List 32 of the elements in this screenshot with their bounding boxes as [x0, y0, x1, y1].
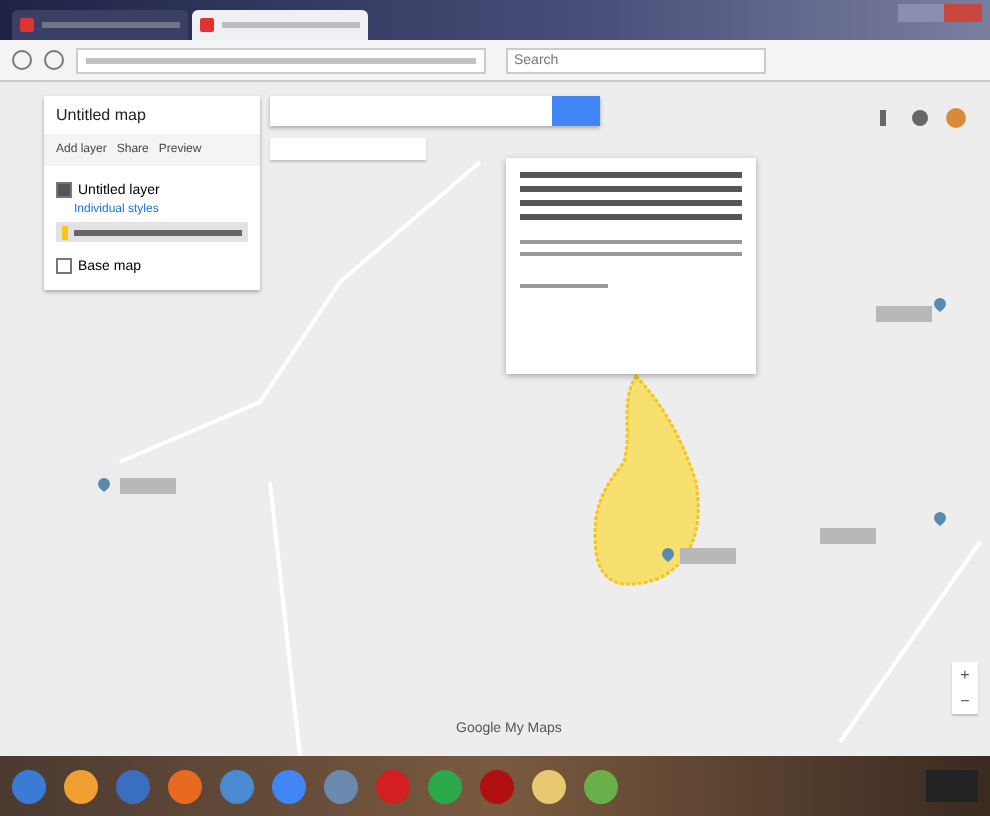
zoom-button[interactable]: −: [952, 688, 978, 714]
taskbar-app-icon[interactable]: [272, 769, 306, 803]
map-tools-icon[interactable]: [880, 108, 966, 128]
area-polygon[interactable]: [593, 374, 700, 586]
map-pin-icon[interactable]: [98, 478, 110, 492]
map-label-drawing: [820, 528, 876, 544]
browser-tab[interactable]: [12, 10, 188, 40]
taskbar-app-icon[interactable]: [116, 769, 150, 803]
map-pin-icon[interactable]: [934, 512, 946, 526]
map-label-drawing: [120, 478, 176, 494]
taskbar-app-icon[interactable]: [584, 769, 618, 803]
layer-checkbox[interactable]: [56, 182, 72, 198]
map-label-drawing: [876, 306, 932, 322]
address-bar[interactable]: [76, 47, 486, 73]
taskbar-app-icon[interactable]: [168, 769, 202, 803]
map-pin-icon[interactable]: [934, 298, 946, 312]
map-search-field[interactable]: [270, 96, 552, 126]
reload-icon[interactable]: [44, 50, 64, 70]
taskbar-app-icon[interactable]: [64, 769, 98, 803]
taskbar-app-icon[interactable]: [220, 769, 254, 803]
browser-tab[interactable]: [192, 10, 368, 40]
feature-item[interactable]: [56, 222, 248, 242]
taskbar-app-icon[interactable]: [428, 769, 462, 803]
window-controls-icon[interactable]: [898, 4, 982, 22]
taskbar-app-icon[interactable]: [12, 769, 46, 803]
back-icon[interactable]: [12, 50, 32, 70]
map-label-drawing: [680, 548, 736, 564]
taskbar-app-icon[interactable]: [532, 769, 566, 803]
zoom-button[interactable]: +: [952, 662, 978, 688]
taskbar-app-icon[interactable]: [324, 769, 358, 803]
basemap-checkbox[interactable]: [56, 258, 72, 274]
map-pin-icon[interactable]: [662, 548, 674, 562]
